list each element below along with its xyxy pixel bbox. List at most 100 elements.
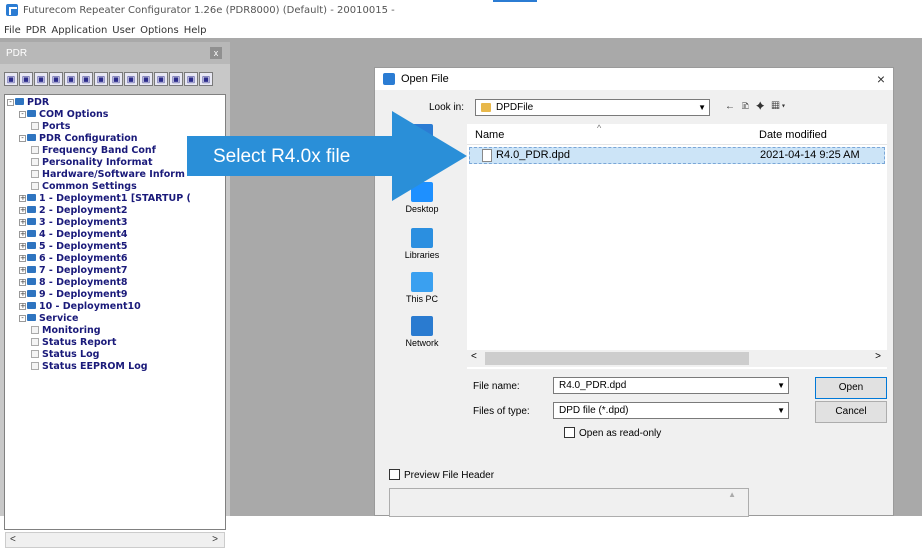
toolbar-button-1[interactable]: ▣ [4,72,18,86]
look-in-combo[interactable]: DPDFile ▼ [475,99,710,116]
folder-icon [27,110,36,117]
expand-icon[interactable]: + [19,195,26,202]
title-accent [493,0,537,2]
tree-node[interactable]: - COM Options [19,109,108,121]
close-icon[interactable]: × [877,71,885,87]
tree-node[interactable]: +9 - Deployment9 [19,289,128,301]
tree-node-label: 5 - Deployment5 [39,241,128,252]
tree-node[interactable]: Status Report [31,337,116,349]
toolbar-button-13[interactable]: ▣ [184,72,198,86]
file-type-value: DPD file (*.dpd) [559,405,629,416]
tree-node[interactable]: - PDR Configuration [19,133,138,145]
collapse-icon[interactable]: - [19,135,26,142]
tree-node[interactable]: Hardware/Software Inform [31,169,185,181]
readonly-checkbox[interactable] [564,427,575,438]
tree-node[interactable]: Ports [31,121,70,133]
scroll-left-icon[interactable]: < [471,351,477,362]
scroll-left-icon[interactable]: < [10,534,16,545]
app-titlebar: Futurecom Repeater Configurator 1.26e (P… [0,0,922,20]
expand-icon[interactable]: + [19,279,26,286]
network-icon [411,316,433,336]
cancel-button[interactable]: Cancel [815,401,887,423]
file-name-cell: R4.0_PDR.dpd [496,149,570,161]
tree-node[interactable]: Personality Informat [31,157,153,169]
tree-node[interactable]: Common Settings [31,181,137,193]
file-name-value: R4.0_PDR.dpd [559,380,627,391]
tree-node[interactable]: +10 - Deployment10 [19,301,141,313]
chevron-down-icon: ▼ [777,381,785,390]
place-this-pc[interactable]: This PC [381,272,463,304]
toolbar-button-3[interactable]: ▣ [34,72,48,86]
toolbar-button-6[interactable]: ▣ [79,72,93,86]
tree-node-label: 2 - Deployment2 [39,205,128,216]
expand-icon[interactable]: + [19,243,26,250]
expand-icon[interactable]: + [19,303,26,310]
pdr-panel-header: PDR [0,42,230,64]
expand-icon[interactable]: + [19,219,26,226]
toolbar-button-7[interactable]: ▣ [94,72,108,86]
file-list-scrollbar[interactable]: < > [467,350,887,367]
tree-node[interactable]: Status Log [31,349,99,361]
collapse-icon[interactable]: - [7,99,14,106]
preview-header-checkbox[interactable] [389,469,400,480]
toolbar-button-2[interactable]: ▣ [19,72,33,86]
toolbar-button-5[interactable]: ▣ [64,72,78,86]
tree-node[interactable]: - Service [19,313,79,325]
menu-help[interactable]: Help [184,25,207,36]
app-logo-icon [6,4,18,16]
menu-options[interactable]: Options [140,25,179,36]
tree-node[interactable]: +2 - Deployment2 [19,205,128,217]
tree-node[interactable]: +3 - Deployment3 [19,217,128,229]
tree-node[interactable]: +5 - Deployment5 [19,241,128,253]
tree-node-label: 1 - Deployment1 [STARTUP ( [39,193,191,204]
leaf-node-icon [31,326,39,334]
file-list[interactable]: Name ^ Date modified R4.0_PDR.dpd 2021-0… [467,123,887,369]
pdr-tree-scrollbar[interactable]: < > [5,532,225,548]
expand-icon[interactable]: + [19,267,26,274]
leaf-node-icon [31,182,39,190]
place-network[interactable]: Network [381,316,463,348]
expand-icon[interactable]: + [19,231,26,238]
menu-pdr[interactable]: PDR [26,25,47,36]
expand-icon[interactable]: + [19,207,26,214]
toolbar-button-11[interactable]: ▣ [154,72,168,86]
toolbar-button-8[interactable]: ▣ [109,72,123,86]
place-libraries[interactable]: Libraries [381,228,463,260]
tree-node[interactable]: +8 - Deployment8 [19,277,128,289]
scroll-right-icon[interactable]: > [875,351,881,362]
toolbar-button-9[interactable]: ▣ [124,72,138,86]
file-row-selected[interactable]: R4.0_PDR.dpd 2021-04-14 9:25 AM [469,147,885,164]
column-date-modified[interactable]: Date modified [759,129,827,141]
tree-node-label: PDR Configuration [39,133,138,144]
toolbar-button-4[interactable]: ▣ [49,72,63,86]
libraries-icon [411,228,433,248]
tree-node[interactable]: +4 - Deployment4 [19,229,128,241]
expand-icon[interactable]: + [19,255,26,262]
collapse-icon[interactable]: - [19,111,26,118]
tree-node[interactable]: +6 - Deployment6 [19,253,128,265]
open-button[interactable]: Open [815,377,887,399]
menu-user[interactable]: User [112,25,135,36]
column-name[interactable]: Name [475,129,504,141]
menu-file[interactable]: File [4,25,21,36]
folder-nav-icons[interactable]: ← 🗈 ✦ ▦▾ [725,99,787,116]
scroll-right-icon[interactable]: > [212,534,218,545]
file-name-input[interactable]: R4.0_PDR.dpd ▼ [553,377,789,394]
collapse-icon[interactable]: - [19,315,26,322]
expand-icon[interactable]: + [19,291,26,298]
toolbar-button-10[interactable]: ▣ [139,72,153,86]
tree-node[interactable]: +7 - Deployment7 [19,265,128,277]
file-type-select[interactable]: DPD file (*.dpd) ▼ [553,402,789,419]
pdr-panel-close-button[interactable]: x [210,47,222,59]
tree-node[interactable]: Status EEPROM Log [31,361,148,373]
tree-node[interactable]: - PDR [7,97,49,109]
tree-node[interactable]: Monitoring [31,325,101,337]
tree-node-label: Personality Informat [42,157,153,168]
tree-node[interactable]: Frequency Band Conf [31,145,156,157]
toolbar-button-14[interactable]: ▣ [199,72,213,86]
menu-application[interactable]: Application [51,25,107,36]
scroll-up-icon[interactable]: ▲ [728,490,736,499]
tree-node[interactable]: +1 - Deployment1 [STARTUP ( [19,193,191,205]
toolbar-button-12[interactable]: ▣ [169,72,183,86]
scrollbar-thumb[interactable] [485,352,749,365]
